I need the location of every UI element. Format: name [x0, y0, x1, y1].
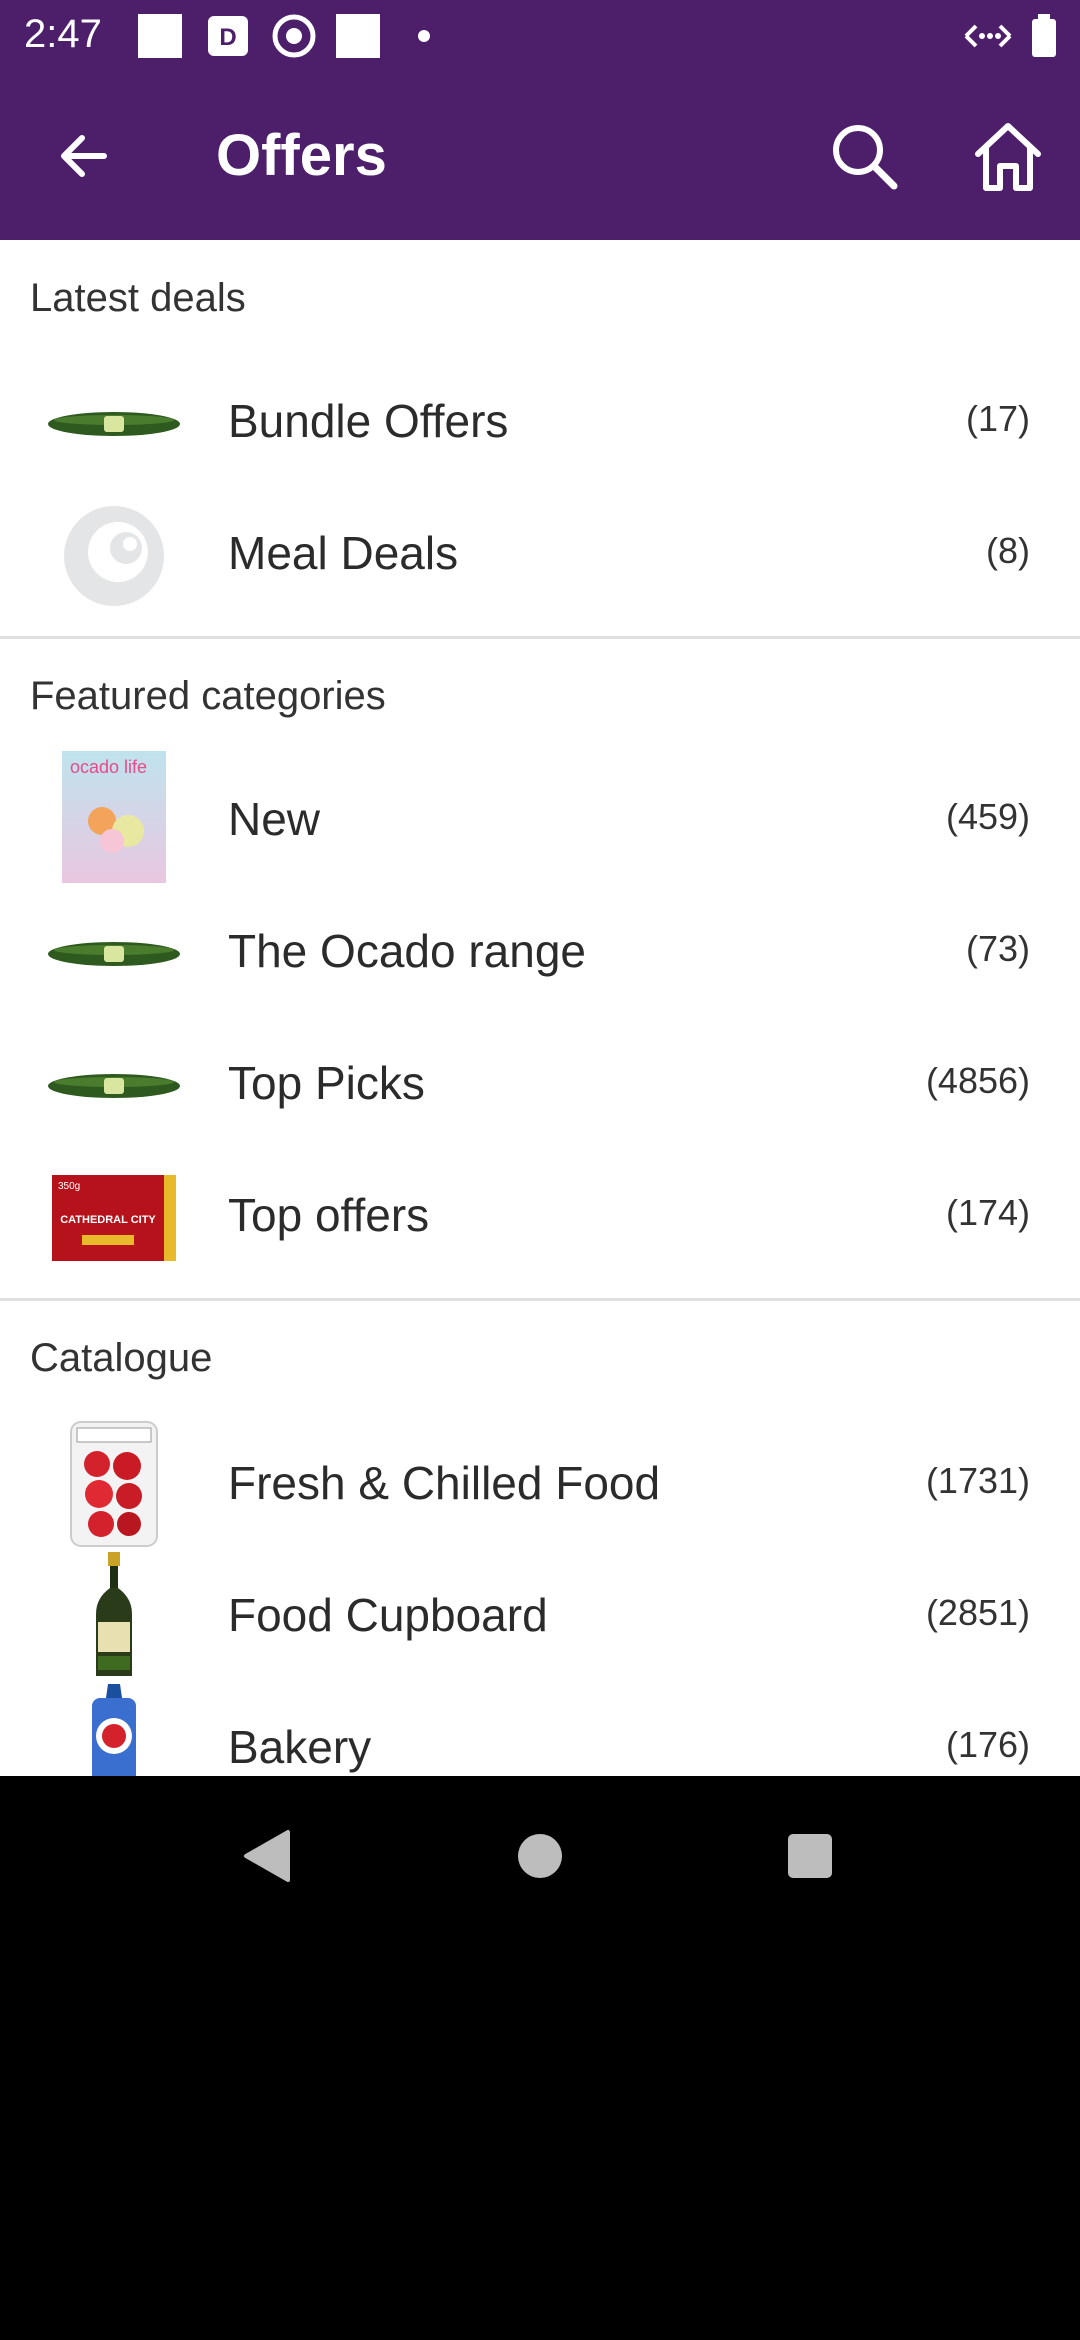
list-item-count: (174) — [945, 1192, 1030, 1233]
home-icon — [975, 123, 1041, 191]
system-navigation-bar — [0, 1776, 1080, 1932]
target-icon — [272, 14, 316, 58]
svg-text:ocado life: ocado life — [70, 757, 147, 777]
cucumber-thumbnail — [44, 894, 184, 1014]
triangle-back-icon — [244, 1830, 290, 1882]
search-button[interactable] — [818, 110, 910, 202]
svg-text:350g: 350g — [58, 1181, 80, 1192]
app-bar: Offers — [0, 72, 1080, 240]
list-item-label: Fresh & Chilled Food — [228, 1457, 661, 1509]
magazine-thumbnail: ocado life — [44, 751, 184, 883]
nav-recents-button[interactable] — [770, 1816, 850, 1896]
section-title-catalogue: Catalogue — [30, 1336, 213, 1380]
list-item-label: The Ocado range — [228, 925, 587, 977]
home-button[interactable] — [962, 110, 1054, 202]
list-item-count: (176) — [945, 1724, 1030, 1765]
notification-icon — [138, 14, 182, 58]
list-item-label: Bakery — [228, 1721, 372, 1773]
cucumber-thumbnail — [44, 364, 184, 484]
circle-home-icon — [518, 1834, 562, 1878]
list-item-count: (459) — [945, 796, 1030, 837]
cucumber-thumbnail — [44, 1026, 184, 1146]
list-item-food-cupboard[interactable]: Food Cupboard (2851) — [0, 1552, 1080, 1684]
list-item-new[interactable]: ocado life New (459) — [0, 751, 1080, 888]
svg-text:CATHEDRAL CITY: CATHEDRAL CITY — [60, 1214, 156, 1226]
list-item-label: New — [228, 793, 321, 845]
ocado-logo-thumbnail — [44, 496, 184, 616]
list-item-fresh-chilled-food[interactable]: Fresh & Chilled Food (1731) — [0, 1420, 1080, 1552]
section-title-featured-categories: Featured categories — [30, 674, 386, 718]
list-item-label: Top offers — [228, 1189, 430, 1241]
list-item-top-offers[interactable]: 350g CATHEDRAL CITY Top offers (174) — [0, 1152, 1080, 1284]
arrow-back-icon — [61, 135, 107, 177]
notification-icon-2 — [336, 14, 380, 58]
svg-text:D: D — [219, 24, 236, 51]
list-item-label: Bundle Offers — [228, 395, 509, 447]
list-item-count: (73) — [965, 928, 1030, 969]
list-item-count: (17) — [965, 398, 1030, 439]
list-item-count: (4856) — [925, 1060, 1030, 1101]
nav-back-button[interactable] — [226, 1816, 306, 1896]
section-title-latest-deals: Latest deals — [30, 276, 246, 320]
square-recents-icon — [788, 1834, 832, 1878]
back-button[interactable] — [38, 110, 130, 202]
list-item-label: Food Cupboard — [228, 1589, 548, 1641]
section-divider — [0, 636, 1080, 639]
data-transfer-icon — [962, 14, 1014, 58]
bread-bag-thumbnail — [44, 1684, 184, 1776]
offers-list[interactable]: Latest deals Bundle Offers (17) Meal Dea… — [0, 240, 1080, 1776]
news-icon: D — [206, 14, 250, 58]
list-item-bundle-offers[interactable]: Bundle Offers (17) — [0, 358, 1080, 490]
list-item-top-picks[interactable]: Top Picks (4856) — [0, 1020, 1080, 1152]
strawberries-thumbnail — [44, 1421, 184, 1547]
dot-icon — [414, 14, 458, 58]
status-bar: 2:47 D — [0, 0, 1080, 72]
olive-oil-thumbnail — [44, 1552, 184, 1678]
nav-home-button[interactable] — [500, 1816, 580, 1896]
battery-icon — [1030, 14, 1058, 58]
cheese-pack-thumbnail: 350g CATHEDRAL CITY — [44, 1158, 184, 1278]
list-item-meal-deals[interactable]: Meal Deals (8) — [0, 490, 1080, 622]
list-item-count: (2851) — [925, 1592, 1030, 1633]
list-item-label: Top Picks — [228, 1057, 425, 1109]
list-item-count: (8) — [986, 530, 1030, 571]
search-icon — [833, 125, 898, 190]
list-item-label: Meal Deals — [228, 527, 459, 579]
status-time: 2:47 — [24, 12, 102, 56]
list-item-the-ocado-range[interactable]: The Ocado range (73) — [0, 888, 1080, 1020]
section-divider — [0, 1298, 1080, 1301]
list-item-bakery[interactable]: Bakery (176) — [0, 1684, 1080, 1776]
page-title: Offers — [216, 123, 387, 188]
list-item-count: (1731) — [925, 1460, 1030, 1501]
